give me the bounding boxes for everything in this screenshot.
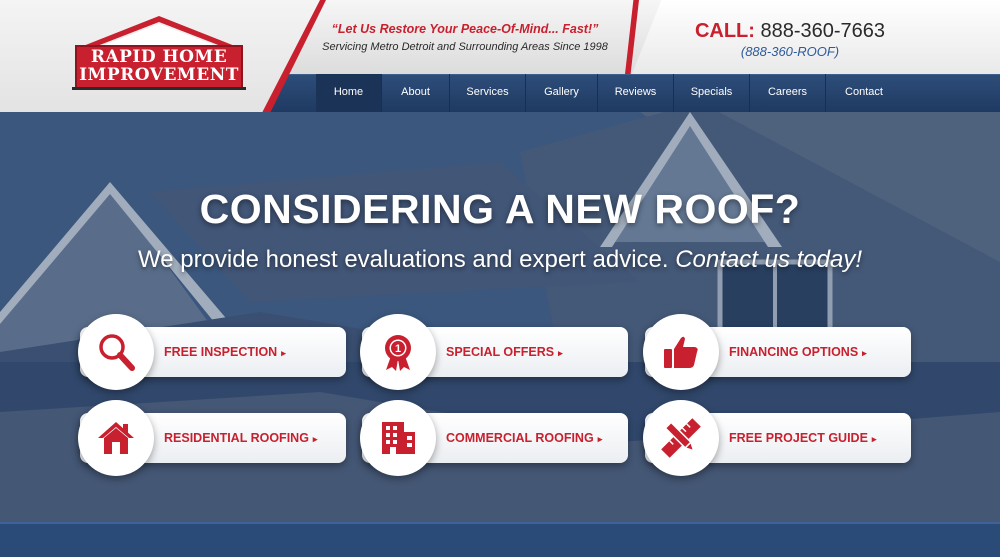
card-label: COMMERCIAL ROOFING ▸ — [446, 431, 603, 445]
nav-home[interactable]: Home — [316, 74, 382, 112]
nav-reviews[interactable]: Reviews — [598, 74, 674, 112]
award-ribbon-icon: 1 — [360, 314, 436, 390]
service-area-tagline: Servicing Metro Detroit and Surrounding … — [322, 41, 608, 53]
call-block: CALL: 888-360-7663 (888-360-ROOF) — [660, 20, 920, 59]
nav-specials[interactable]: Specials — [674, 74, 750, 112]
magnifier-icon — [78, 314, 154, 390]
nav-careers[interactable]: Careers — [750, 74, 826, 112]
hero-subtitle-text: We provide honest evaluations and expert… — [137, 246, 669, 273]
pencil-ruler-icon — [643, 400, 719, 476]
svg-text:1: 1 — [395, 343, 401, 355]
slogan: “Let Us Restore Your Peace-Of-Mind... Fa… — [331, 22, 599, 36]
card-free-project-guide[interactable]: FREE PROJECT GUIDE ▸ — [643, 400, 911, 476]
card-residential-roofing[interactable]: RESIDENTIAL ROOFING ▸ — [78, 400, 346, 476]
hero-subtitle-cta: Contact us today! — [675, 246, 862, 273]
card-label: RESIDENTIAL ROOFING ▸ — [164, 431, 318, 445]
logo-text-line2: IMPROVEMENT — [79, 65, 239, 85]
slogan-block: “Let Us Restore Your Peace-Of-Mind... Fa… — [320, 22, 610, 53]
card-label: FREE INSPECTION ▸ — [164, 345, 286, 359]
call-line: CALL: 888-360-7663 — [660, 20, 920, 43]
card-financing-options[interactable]: FINANCING OPTIONS ▸ — [643, 314, 911, 390]
call-label: CALL: — [694, 20, 755, 42]
hero-section: CONSIDERING A NEW ROOF? We provide hones… — [0, 112, 1000, 522]
nav-services[interactable]: Services — [450, 74, 526, 112]
nav-about[interactable]: About — [382, 74, 450, 112]
thumbs-up-icon — [643, 314, 719, 390]
card-commercial-roofing[interactable]: COMMERCIAL ROOFING ▸ — [360, 400, 628, 476]
card-label: FINANCING OPTIONS ▸ — [729, 345, 867, 359]
building-icon — [360, 400, 436, 476]
phone-vanity-number: (888-360-ROOF) — [740, 44, 840, 59]
card-label: SPECIAL OFFERS ▸ — [446, 345, 563, 359]
hero-title: CONSIDERING A NEW ROOF? — [199, 186, 801, 232]
site-logo[interactable]: RAPID HOME IMPROVEMENT — [70, 14, 248, 92]
nav-gallery[interactable]: Gallery — [526, 74, 598, 112]
section-divider-strip — [0, 522, 1000, 557]
site-header: RAPID HOME IMPROVEMENT “Let Us Restore Y… — [0, 0, 1000, 112]
card-label: FREE PROJECT GUIDE ▸ — [729, 431, 877, 445]
phone-number-link[interactable]: 888-360-7663 — [760, 20, 885, 42]
hero-subtitle: We provide honest evaluations and expert… — [0, 246, 1000, 274]
main-nav: Home About Services Gallery Reviews Spec… — [316, 74, 902, 112]
nav-contact[interactable]: Contact — [826, 74, 902, 112]
house-icon — [78, 400, 154, 476]
logo-text-line1: RAPID HOME — [90, 47, 228, 67]
card-special-offers[interactable]: 1 SPECIAL OFFERS ▸ — [360, 314, 628, 390]
card-free-inspection[interactable]: FREE INSPECTION ▸ — [78, 314, 346, 390]
